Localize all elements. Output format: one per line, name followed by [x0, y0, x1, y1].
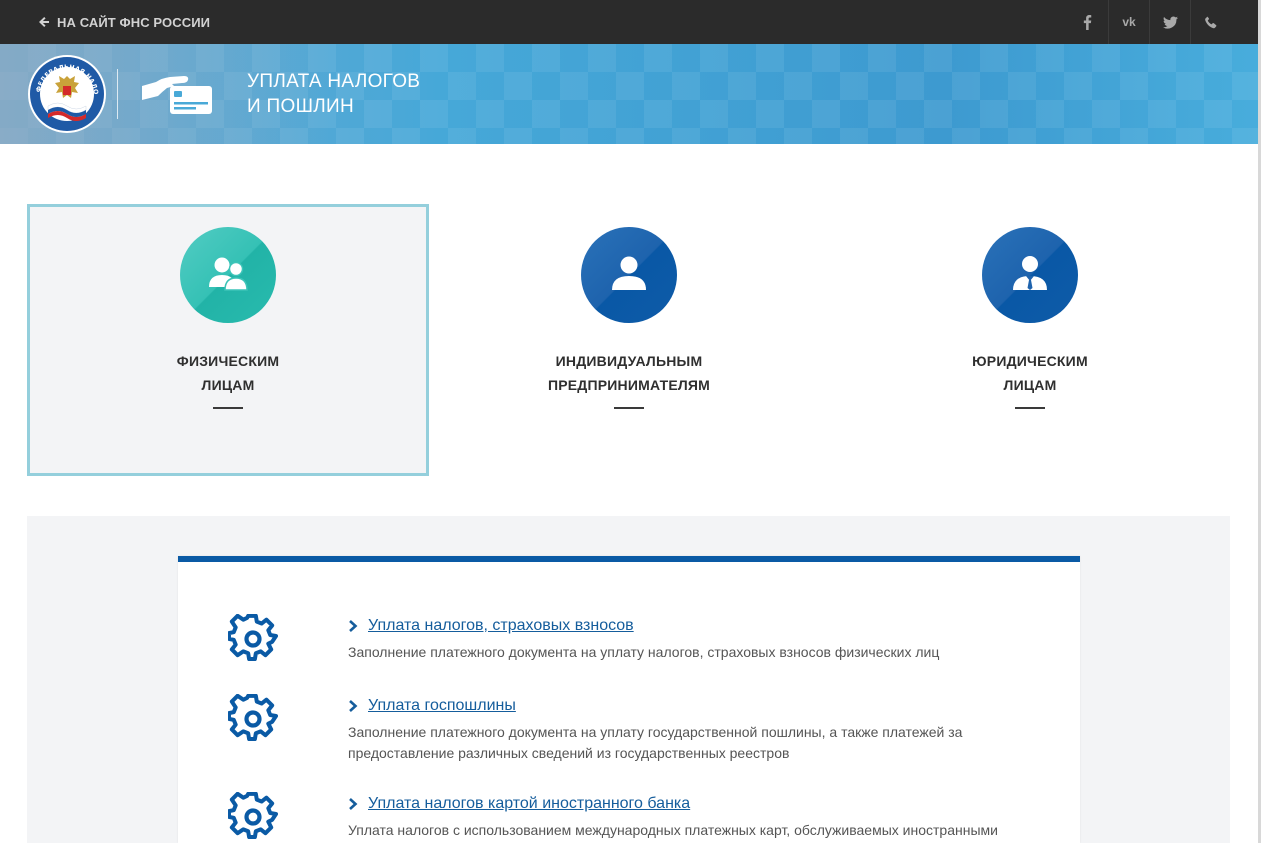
category-individuals-label: ФИЗИЧЕСКИМ ЛИЦАМ: [176, 353, 280, 393]
twitter-button[interactable]: [1149, 0, 1190, 44]
gear-icon: [228, 614, 278, 662]
category-individuals-circle: [180, 227, 276, 323]
category-entrepreneurs-label: ИНДИВИДУАЛЬНЫМ ПРЕДПРИНИМАТЕЛЯМ: [547, 353, 711, 393]
service-link-state-duty[interactable]: Уплата госпошлины: [348, 696, 516, 716]
person-icon: [612, 256, 646, 290]
category-legal-entities[interactable]: ЮРИДИЧЕСКИМ ЛИЦАМ: [829, 204, 1231, 476]
back-link-label: НА САЙТ ФНС РОССИИ: [57, 14, 211, 30]
facebook-icon: [1083, 14, 1092, 30]
banner-divider: [117, 69, 118, 119]
service-link-label: Уплата госпошлины: [368, 697, 516, 714]
services-panel: Уплата налогов, страховых взносов Заполн…: [178, 556, 1080, 843]
businessman-icon: [1013, 256, 1047, 290]
category-entrepreneurs-circle: [581, 227, 677, 323]
vk-button[interactable]: vk: [1108, 0, 1149, 44]
category-legal-entities-label: ЮРИДИЧЕСКИМ ЛИЦАМ: [972, 353, 1088, 393]
page-title-line1: УПЛАТА НАЛОГОВ: [247, 71, 421, 92]
social-links: vk: [1067, 0, 1231, 44]
category-divider: [1015, 407, 1045, 409]
chevron-right-icon: [349, 798, 358, 810]
header-banner: ФЕДЕРАЛЬНАЯ НАЛОГОВАЯ СЛУЖБА УПЛАТА НАЛО…: [0, 44, 1261, 144]
hand-card-payment-icon: [142, 76, 212, 114]
vk-icon: vk: [1122, 15, 1136, 29]
service-description: Уплата налогов с использованием междунар…: [348, 822, 998, 838]
service-link-label: Уплата налогов картой иностранного банка: [368, 795, 691, 812]
page-title: УПЛАТА НАЛОГОВ И ПОШЛИН: [247, 69, 420, 119]
top-bar: НА САЙТ ФНС РОССИИ vk: [0, 0, 1261, 44]
category-divider: [614, 407, 644, 409]
gear-icon: [228, 694, 278, 742]
service-text: Уплата налогов картой иностранного банка…: [348, 794, 1048, 841]
fns-emblem-logo[interactable]: ФЕДЕРАЛЬНАЯ НАЛОГОВАЯ СЛУЖБА: [27, 54, 107, 134]
phone-icon: [1204, 15, 1216, 28]
phone-button[interactable]: [1190, 0, 1231, 44]
service-link-taxes[interactable]: Уплата налогов, страховых взносов: [348, 616, 634, 636]
category-legal-entities-circle: [982, 227, 1078, 323]
chevron-right-icon: [349, 620, 358, 632]
twitter-icon: [1162, 16, 1178, 29]
service-text: Уплата госпошлины Заполнение платежного …: [348, 696, 1048, 764]
facebook-button[interactable]: [1067, 0, 1108, 44]
back-to-fns-link[interactable]: НА САЙТ ФНС РОССИИ: [38, 0, 210, 44]
category-entrepreneurs[interactable]: ИНДИВИДУАЛЬНЫМ ПРЕДПРИНИМАТЕЛЯМ: [428, 204, 830, 476]
category-individuals[interactable]: ФИЗИЧЕСКИМ ЛИЦАМ: [27, 204, 429, 476]
category-divider: [213, 407, 243, 409]
arrow-left-icon: [39, 17, 49, 27]
chevron-right-icon: [349, 700, 358, 712]
people-icon: [209, 257, 248, 291]
service-link-foreign-card[interactable]: Уплата налогов картой иностранного банка: [348, 794, 690, 814]
page-title-line2: И ПОШЛИН: [247, 96, 355, 117]
service-description: Заполнение платежного документа на уплат…: [348, 644, 940, 660]
service-text: Уплата налогов, страховых взносов Заполн…: [348, 616, 1048, 663]
gear-icon: [228, 792, 278, 840]
service-description: Заполнение платежного документа на уплат…: [348, 724, 963, 761]
service-link-label: Уплата налогов, страховых взносов: [368, 617, 634, 634]
